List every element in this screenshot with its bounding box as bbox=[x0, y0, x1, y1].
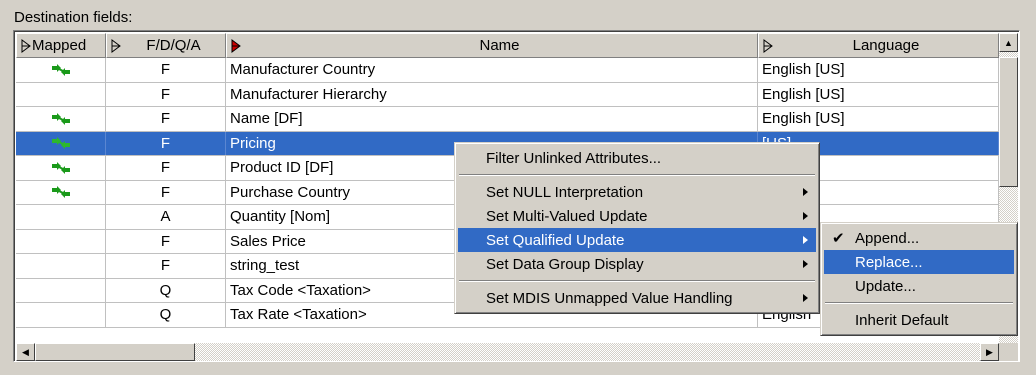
cell-mapped bbox=[16, 58, 106, 82]
cell-mapped bbox=[16, 205, 106, 229]
cell-name: Manufacturer Hierarchy bbox=[226, 82, 758, 106]
menu-item-label: Set Data Group Display bbox=[486, 255, 644, 273]
menu-item[interactable]: Set MDIS Unmapped Value Handling bbox=[458, 286, 816, 310]
link-arrows-icon bbox=[51, 137, 70, 150]
cell-language: English [US] bbox=[758, 107, 999, 131]
scroll-left-button[interactable]: ◀ bbox=[16, 343, 35, 361]
cell-fdqa: F bbox=[106, 156, 226, 180]
cell-mapped bbox=[16, 254, 106, 278]
grid-header: Mapped F/D/Q/A Name Language bbox=[16, 33, 999, 58]
qualified-update-submenu: ✔ Append... Replace... Update... Inherit Def… bbox=[820, 222, 1018, 336]
vertical-scroll-thumb[interactable] bbox=[999, 57, 1018, 187]
menu-separator bbox=[459, 174, 815, 176]
column-header-label: Language bbox=[852, 37, 920, 54]
submenu-item-label: Append... bbox=[855, 229, 920, 247]
link-arrows-icon bbox=[51, 186, 70, 199]
link-arrows-icon bbox=[51, 112, 70, 125]
submenu-arrow-icon bbox=[803, 294, 808, 302]
cell-fdqa: Q bbox=[106, 278, 226, 302]
sort-triangle-icon bbox=[21, 38, 31, 53]
cell-mapped bbox=[16, 107, 106, 131]
submenu-item-label: Replace... bbox=[855, 253, 923, 271]
menu-item[interactable]: Set Data Group Display bbox=[458, 252, 816, 276]
column-header-fdqa[interactable]: F/D/Q/A bbox=[106, 33, 226, 58]
menu-separator bbox=[825, 302, 1013, 304]
table-row[interactable]: F Name [DF] English [US] bbox=[16, 107, 999, 132]
scroll-right-button[interactable]: ▶ bbox=[980, 343, 999, 361]
cell-fdqa: Q bbox=[106, 303, 226, 327]
cell-mapped bbox=[16, 156, 106, 180]
link-arrows-icon bbox=[51, 161, 70, 174]
horizontal-scrollbar[interactable]: ◀ ▶ bbox=[16, 343, 999, 361]
menu-item[interactable]: Set NULL Interpretation bbox=[458, 180, 816, 204]
menu-item-label: Set Qualified Update bbox=[486, 231, 625, 249]
cell-fdqa: F bbox=[106, 58, 226, 82]
cell-fdqa: F bbox=[106, 82, 226, 106]
destination-fields-caption: Destination fields: bbox=[14, 9, 133, 26]
cell-fdqa: F bbox=[106, 254, 226, 278]
table-row[interactable]: F Manufacturer Country English [US] bbox=[16, 58, 999, 83]
cell-mapped bbox=[16, 180, 106, 204]
cell-mapped bbox=[16, 278, 106, 302]
cell-language: English [US] bbox=[758, 82, 999, 106]
submenu-arrow-icon bbox=[803, 188, 808, 196]
submenu-item[interactable]: ✔ Append... bbox=[824, 226, 1014, 250]
column-header-label: F/D/Q/A bbox=[146, 37, 201, 54]
cell-language: English [US] bbox=[758, 58, 999, 82]
cell-fdqa: F bbox=[106, 180, 226, 204]
column-header-mapped[interactable]: Mapped bbox=[16, 33, 106, 58]
sort-triangle-icon bbox=[763, 38, 773, 53]
column-header-label: Mapped bbox=[32, 37, 87, 54]
submenu-item[interactable]: Inherit Default bbox=[824, 308, 1014, 332]
table-row[interactable]: F Manufacturer Hierarchy English [US] bbox=[16, 82, 999, 107]
submenu-item-label: Inherit Default bbox=[855, 311, 949, 329]
submenu-arrow-icon bbox=[803, 260, 808, 268]
menu-item-label: Set Multi-Valued Update bbox=[486, 207, 648, 225]
menu-item-label: Filter Unlinked Attributes... bbox=[486, 149, 662, 167]
cell-mapped bbox=[16, 303, 106, 327]
scrollbar-corner bbox=[999, 343, 1018, 361]
cell-fdqa: F bbox=[106, 229, 226, 253]
menu-separator bbox=[459, 280, 815, 282]
cell-fdqa: F bbox=[106, 131, 226, 155]
column-header-language[interactable]: Language bbox=[758, 33, 999, 58]
menu-item-label: Set MDIS Unmapped Value Handling bbox=[486, 289, 733, 307]
sort-triangle-icon bbox=[111, 38, 121, 53]
submenu-item-label: Update... bbox=[855, 277, 916, 295]
column-header-label: Name bbox=[479, 37, 520, 54]
horizontal-scroll-thumb[interactable] bbox=[35, 343, 195, 361]
menu-item-label: Set NULL Interpretation bbox=[486, 183, 644, 201]
cell-mapped bbox=[16, 131, 106, 155]
cell-mapped bbox=[16, 229, 106, 253]
cell-mapped bbox=[16, 82, 106, 106]
submenu-arrow-icon bbox=[803, 212, 808, 220]
menu-item[interactable]: Filter Unlinked Attributes... bbox=[458, 146, 816, 170]
context-menu: Filter Unlinked Attributes... Set NULL In… bbox=[454, 142, 820, 314]
cell-name: Manufacturer Country bbox=[226, 58, 758, 82]
submenu-item[interactable]: Update... bbox=[824, 274, 1014, 298]
menu-item[interactable]: Set Multi-Valued Update bbox=[458, 204, 816, 228]
checkmark-icon: ✔ bbox=[832, 230, 845, 247]
sort-triangle-icon bbox=[231, 38, 241, 53]
submenu-item[interactable]: Replace... bbox=[824, 250, 1014, 274]
cell-fdqa: A bbox=[106, 205, 226, 229]
cell-fdqa: F bbox=[106, 107, 226, 131]
scroll-up-button[interactable]: ▲ bbox=[999, 33, 1018, 52]
column-header-name[interactable]: Name bbox=[226, 33, 758, 58]
link-arrows-icon bbox=[51, 63, 70, 76]
submenu-arrow-icon bbox=[803, 236, 808, 244]
cell-name: Name [DF] bbox=[226, 107, 758, 131]
menu-item[interactable]: Set Qualified Update bbox=[458, 228, 816, 252]
